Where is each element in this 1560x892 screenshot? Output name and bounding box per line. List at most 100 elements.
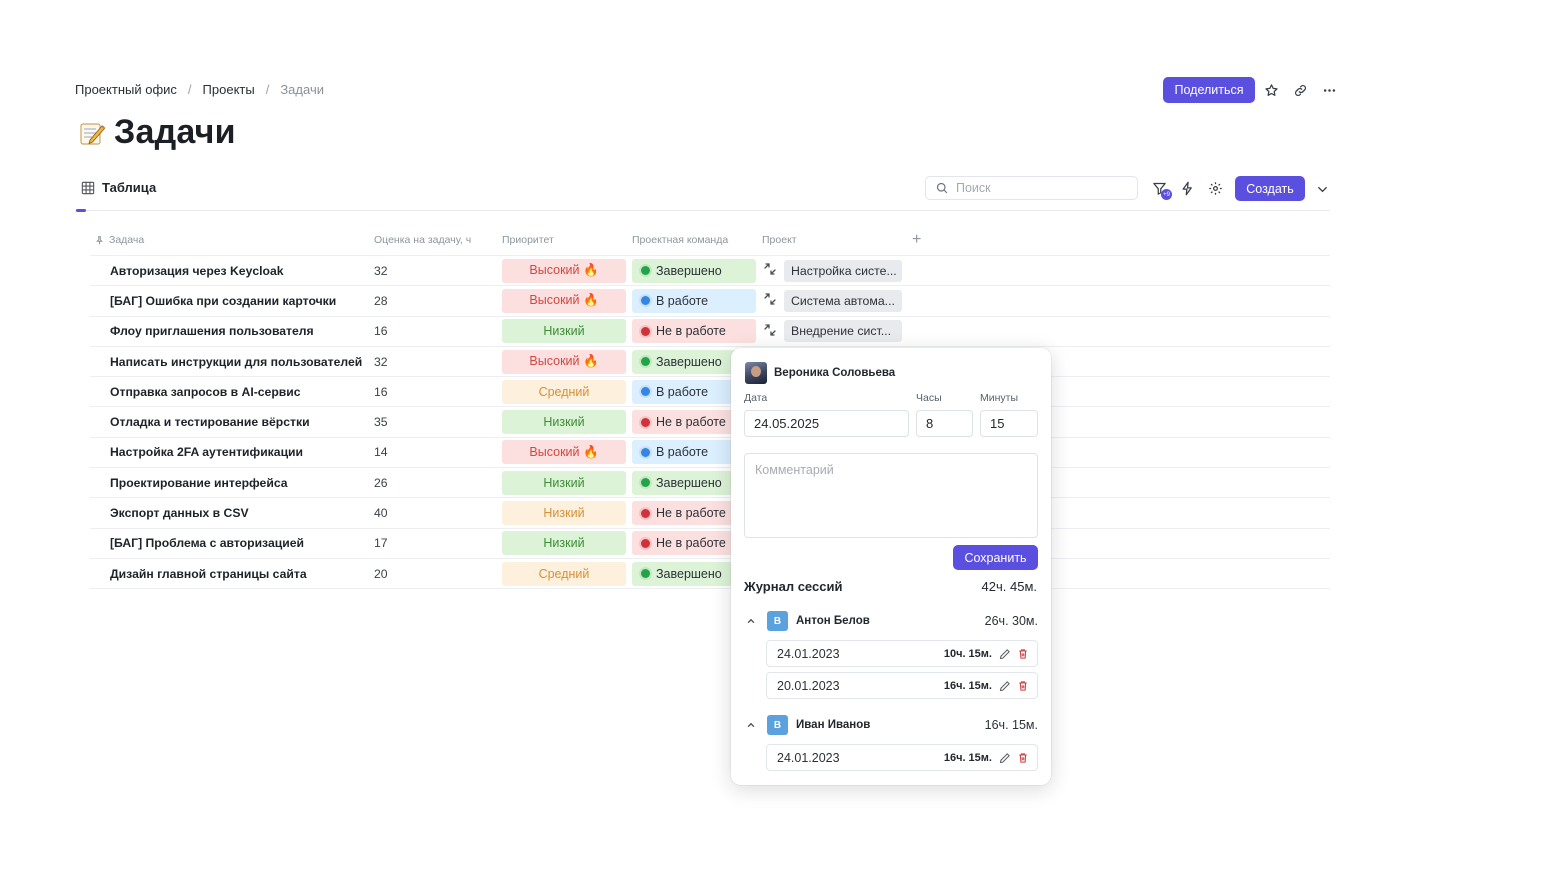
session-group[interactable]: B Антон Белов 26ч. 30м. bbox=[744, 611, 1038, 631]
tab-table[interactable]: Таблица bbox=[81, 180, 156, 195]
priority-tag[interactable]: Средний bbox=[502, 379, 626, 404]
task-estimate[interactable]: 20 bbox=[374, 567, 502, 581]
hours-field[interactable]: 8 bbox=[916, 410, 973, 437]
avatar bbox=[745, 362, 767, 384]
table-row[interactable]: [БАГ] Проблема с авторизацией 17 Низкий Не … bbox=[90, 529, 1330, 559]
task-estimate[interactable]: 40 bbox=[374, 506, 502, 520]
relation-icon[interactable] bbox=[762, 261, 784, 280]
breadcrumb-item-current: Задачи bbox=[280, 82, 324, 97]
task-name[interactable]: [БАГ] Ошибка при создании карточки bbox=[90, 294, 374, 308]
chevron-up-icon[interactable] bbox=[746, 720, 756, 730]
search-box[interactable] bbox=[925, 176, 1138, 200]
pin-icon bbox=[96, 235, 103, 244]
column-header-estimate[interactable]: Оценка на задачу, ч bbox=[374, 234, 502, 246]
chevron-up-icon[interactable] bbox=[746, 616, 756, 626]
priority-tag[interactable]: Высокий 🔥 bbox=[502, 288, 626, 313]
date-field[interactable]: 24.05.2025 bbox=[744, 410, 909, 437]
task-name[interactable]: Авторизация через Keycloak bbox=[90, 264, 374, 278]
task-estimate[interactable]: 16 bbox=[374, 385, 502, 399]
chevron-down-icon[interactable] bbox=[1311, 178, 1333, 200]
status-dot-icon bbox=[641, 357, 650, 367]
page-title-text: Задачи bbox=[114, 113, 236, 151]
pencil-icon[interactable] bbox=[999, 648, 1011, 660]
column-header-project[interactable]: Проект bbox=[762, 234, 912, 246]
priority-tag[interactable]: Низкий bbox=[502, 501, 626, 526]
breadcrumb-item-projects[interactable]: Проекты bbox=[203, 82, 255, 97]
task-name[interactable]: [БАГ] Проблема с авторизацией bbox=[90, 536, 374, 550]
settings-icon[interactable] bbox=[1204, 177, 1226, 199]
pencil-icon[interactable] bbox=[999, 680, 1011, 692]
breadcrumb-item-office[interactable]: Проектный офис bbox=[75, 82, 177, 97]
task-name[interactable]: Дизайн главной страницы сайта bbox=[90, 567, 374, 581]
task-estimate[interactable]: 28 bbox=[374, 294, 502, 308]
status-badge[interactable]: Не в работе bbox=[632, 319, 756, 344]
priority-tag[interactable]: Средний bbox=[502, 561, 626, 586]
share-button[interactable]: Поделиться bbox=[1163, 77, 1255, 103]
task-estimate[interactable]: 26 bbox=[374, 476, 502, 490]
relation-icon[interactable] bbox=[762, 291, 784, 310]
table-row[interactable]: Отправка запросов в AI-сервис 16 Средний В … bbox=[90, 377, 1330, 408]
status-label: В работе bbox=[656, 293, 709, 308]
status-badge[interactable]: В работе bbox=[632, 288, 756, 313]
table-row[interactable]: Настройка 2FA аутентификации 14 Высокий 🔥 В… bbox=[90, 438, 1330, 469]
table-row[interactable]: Дизайн главной страницы сайта 20 Средний За… bbox=[90, 559, 1330, 590]
task-estimate[interactable]: 32 bbox=[374, 264, 502, 278]
task-name[interactable]: Настройка 2FA аутентификации bbox=[90, 445, 374, 459]
user-badge: B bbox=[767, 611, 788, 631]
priority-tag[interactable]: Низкий bbox=[502, 319, 626, 344]
table-row[interactable]: Проектирование интерфейса 26 Низкий Заверше… bbox=[90, 468, 1330, 499]
column-header-team[interactable]: Проектная команда bbox=[632, 234, 762, 246]
column-header-priority[interactable]: Приоритет bbox=[502, 234, 632, 246]
pencil-icon[interactable] bbox=[999, 752, 1011, 764]
trash-icon[interactable] bbox=[1017, 648, 1029, 660]
priority-tag[interactable]: Высокий 🔥 bbox=[502, 258, 626, 283]
table-row[interactable]: Авторизация через Keycloak 32 Высокий 🔥 Зав… bbox=[90, 256, 1330, 287]
save-button[interactable]: Сохранить bbox=[953, 545, 1038, 570]
status-dot-icon bbox=[641, 326, 650, 336]
task-estimate[interactable]: 35 bbox=[374, 415, 502, 429]
star-icon[interactable] bbox=[1260, 79, 1282, 101]
trash-icon[interactable] bbox=[1017, 680, 1029, 692]
task-estimate[interactable]: 16 bbox=[374, 324, 502, 338]
table-row[interactable]: Флоу приглашения пользователя 16 Низкий Не … bbox=[90, 317, 1330, 347]
priority-tag[interactable]: Низкий bbox=[502, 410, 626, 435]
project-tag[interactable]: Настройка систе... bbox=[784, 259, 902, 282]
session-time: 16ч. 15м. bbox=[943, 751, 992, 764]
priority-tag[interactable]: Низкий bbox=[502, 470, 626, 495]
create-button[interactable]: Создать bbox=[1235, 176, 1305, 201]
automation-icon[interactable] bbox=[1176, 177, 1198, 199]
relation-icon[interactable] bbox=[762, 322, 784, 341]
priority-tag[interactable]: Высокий 🔥 bbox=[502, 349, 626, 374]
table-row[interactable]: Написать инструкции для пользователей 32 В… bbox=[90, 347, 1330, 378]
project-tag[interactable]: Внедрение сист... bbox=[784, 320, 902, 343]
task-name[interactable]: Флоу приглашения пользователя bbox=[90, 324, 374, 338]
task-name[interactable]: Проектирование интерфейса bbox=[90, 476, 374, 490]
memo-icon bbox=[80, 122, 106, 145]
filter-button[interactable]: +9 bbox=[1148, 177, 1172, 200]
link-icon[interactable] bbox=[1289, 79, 1311, 101]
minutes-field[interactable]: 15 bbox=[980, 410, 1038, 437]
table-row[interactable]: Экспорт данных в CSV 40 Низкий Не в работе bbox=[90, 498, 1330, 529]
trash-icon[interactable] bbox=[1017, 752, 1029, 764]
task-name[interactable]: Экспорт данных в CSV bbox=[90, 506, 374, 520]
priority-tag[interactable]: Высокий 🔥 bbox=[502, 440, 626, 465]
task-estimate[interactable]: 32 bbox=[374, 355, 502, 369]
status-badge[interactable]: Завершено bbox=[632, 258, 756, 283]
add-column-button[interactable]: + bbox=[912, 231, 952, 249]
task-estimate[interactable]: 17 bbox=[374, 536, 502, 550]
status-dot-icon bbox=[641, 569, 650, 579]
more-icon[interactable] bbox=[1318, 79, 1340, 101]
table-row[interactable]: Отладка и тестирование вёрстки 35 Низкий Не… bbox=[90, 407, 1330, 438]
task-estimate[interactable]: 14 bbox=[374, 445, 502, 459]
column-header-task[interactable]: Задача bbox=[90, 234, 374, 246]
session-group[interactable]: B Иван Иванов 16ч. 15м. bbox=[744, 715, 1038, 735]
priority-tag[interactable]: Низкий bbox=[502, 531, 626, 556]
task-name[interactable]: Написать инструкции для пользователей bbox=[90, 355, 374, 369]
project-tag[interactable]: Система автома... bbox=[784, 289, 902, 312]
session-time: 10ч. 15м. bbox=[943, 647, 992, 660]
table-row[interactable]: [БАГ] Ошибка при создании карточки 28 Высо… bbox=[90, 286, 1330, 317]
task-name[interactable]: Отладка и тестирование вёрстки bbox=[90, 415, 374, 429]
comment-field[interactable]: Комментарий bbox=[744, 453, 1038, 538]
search-input[interactable] bbox=[956, 181, 1126, 195]
task-name[interactable]: Отправка запросов в AI-сервис bbox=[90, 385, 374, 399]
